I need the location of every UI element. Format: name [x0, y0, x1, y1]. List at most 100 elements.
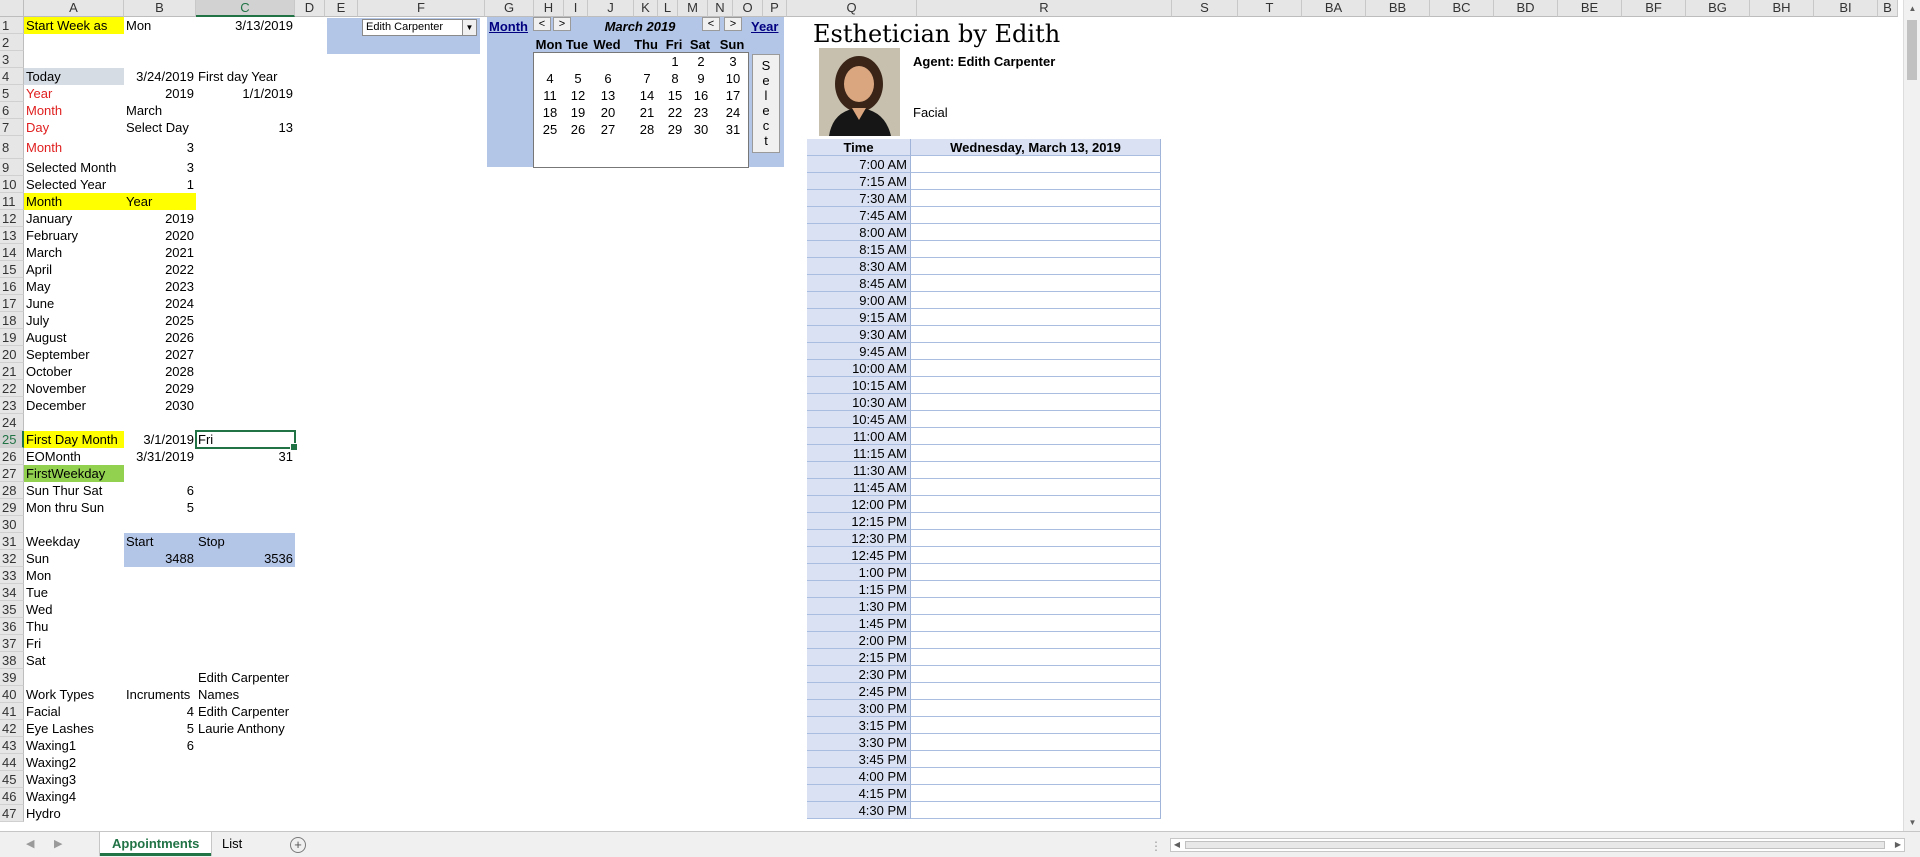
appointment-slot[interactable] — [911, 156, 1161, 173]
month-list-item[interactable]: April — [24, 261, 124, 278]
row-header[interactable]: 34 — [0, 584, 24, 601]
vertical-scrollbar[interactable]: ▲ ▼ — [1903, 0, 1920, 831]
row-header[interactable]: 15 — [0, 261, 24, 278]
column-header[interactable]: B — [124, 0, 196, 17]
row-header[interactable]: 13 — [0, 227, 24, 244]
column-header[interactable]: F — [358, 0, 485, 17]
month-list-item[interactable]: November — [24, 380, 124, 397]
column-header[interactable]: BD — [1494, 0, 1558, 17]
calendar-day[interactable]: 16 — [687, 88, 715, 103]
calendar-day[interactable]: 15 — [661, 88, 689, 103]
agent-dropdown[interactable]: Edith Carpenter ▼ — [362, 19, 477, 36]
row-header[interactable]: 36 — [0, 618, 24, 635]
row-header[interactable]: 10 — [0, 176, 24, 193]
appointment-slot[interactable] — [911, 700, 1161, 717]
appointment-slot[interactable] — [911, 360, 1161, 377]
column-header[interactable]: G — [485, 0, 534, 17]
calendar-day[interactable]: 8 — [661, 71, 689, 86]
cell-c1[interactable]: 3/13/2019 — [196, 17, 295, 34]
cell-a7[interactable]: Day — [24, 119, 124, 136]
calendar-day[interactable]: 25 — [536, 122, 564, 137]
cell-b26[interactable]: 3/31/2019 — [124, 448, 196, 465]
appointment-slot[interactable] — [911, 173, 1161, 190]
cell-a10[interactable]: Selected Year — [24, 176, 124, 193]
tab-scroll-right-icon[interactable]: ▶ — [54, 837, 62, 850]
appointment-slot[interactable] — [911, 224, 1161, 241]
appointment-slot[interactable] — [911, 547, 1161, 564]
month-list-item[interactable]: June — [24, 295, 124, 312]
row-header[interactable]: 44 — [0, 754, 24, 771]
year-list-item[interactable]: 2020 — [124, 227, 196, 244]
appointment-slot[interactable] — [911, 428, 1161, 445]
row-header[interactable]: 29 — [0, 499, 24, 516]
row-header[interactable]: 35 — [0, 601, 24, 618]
tab-list[interactable]: List — [210, 832, 254, 856]
cell-c5[interactable]: 1/1/2019 — [196, 85, 295, 102]
calendar-day[interactable]: 26 — [564, 122, 592, 137]
column-header[interactable]: L — [658, 0, 678, 17]
scroll-thumb[interactable] — [1907, 20, 1917, 80]
cell-a6[interactable]: Month — [24, 102, 124, 119]
weekday-list-item[interactable]: Wed — [24, 601, 124, 618]
cell-b6[interactable]: March — [124, 102, 196, 119]
calendar-day[interactable]: 11 — [536, 88, 564, 103]
appointment-slot[interactable] — [911, 496, 1161, 513]
tab-scroll-left-icon[interactable]: ◀ — [26, 837, 34, 850]
cell-b10[interactable]: 1 — [124, 176, 196, 193]
year-list-item[interactable]: 2024 — [124, 295, 196, 312]
next-year-button[interactable]: > — [724, 17, 742, 31]
cell-c31[interactable]: Stop — [196, 533, 295, 550]
cell-a27[interactable]: FirstWeekday — [24, 465, 124, 482]
column-header[interactable]: O — [733, 0, 763, 17]
row-header[interactable]: 17 — [0, 295, 24, 312]
appointment-slot[interactable] — [911, 258, 1161, 275]
cell-b42[interactable]: 5 — [124, 720, 196, 737]
cell-a9[interactable]: Selected Month — [24, 159, 124, 176]
column-header[interactable]: H — [534, 0, 564, 17]
horizontal-scrollbar[interactable]: ◀ ▶ — [1170, 838, 1905, 852]
row-header[interactable]: 14 — [0, 244, 24, 261]
cell-b29[interactable]: 5 — [124, 499, 196, 516]
appointment-slot[interactable] — [911, 751, 1161, 768]
column-header[interactable]: D — [295, 0, 325, 17]
select-day-button[interactable]: Select — [752, 54, 780, 153]
row-header[interactable]: 18 — [0, 312, 24, 329]
row-header[interactable]: 21 — [0, 363, 24, 380]
cell-b11[interactable]: Year — [124, 193, 196, 210]
row-header[interactable]: 2 — [0, 34, 24, 51]
cell-a45[interactable]: Waxing3 — [24, 771, 124, 788]
row-header[interactable]: 47 — [0, 805, 24, 822]
column-header[interactable]: M — [678, 0, 708, 17]
calendar-day[interactable]: 13 — [594, 88, 622, 103]
cell-a11[interactable]: Month — [24, 193, 124, 210]
calendar-day[interactable]: 3 — [719, 54, 747, 69]
cell-c32[interactable]: 3536 — [196, 550, 295, 567]
year-list-item[interactable]: 2029 — [124, 380, 196, 397]
column-header[interactable]: N — [708, 0, 733, 17]
row-header[interactable]: 1 — [0, 17, 24, 34]
month-list-item[interactable]: October — [24, 363, 124, 380]
calendar-day[interactable]: 27 — [594, 122, 622, 137]
month-list-item[interactable]: August — [24, 329, 124, 346]
row-header[interactable]: 38 — [0, 652, 24, 669]
row-header[interactable]: 22 — [0, 380, 24, 397]
calendar-day[interactable]: 12 — [564, 88, 592, 103]
calendar-day[interactable]: 30 — [687, 122, 715, 137]
scroll-up-icon[interactable]: ▲ — [1904, 0, 1920, 17]
calendar-day[interactable]: 28 — [633, 122, 661, 137]
appointment-slot[interactable] — [911, 768, 1161, 785]
appointment-slot[interactable] — [911, 717, 1161, 734]
appointment-slot[interactable] — [911, 785, 1161, 802]
row-header[interactable]: 33 — [0, 567, 24, 584]
year-list-item[interactable]: 2019 — [124, 210, 196, 227]
cell-a44[interactable]: Waxing2 — [24, 754, 124, 771]
scroll-left-icon[interactable]: ◀ — [1171, 839, 1183, 851]
column-header[interactable]: K — [634, 0, 658, 17]
month-list-item[interactable]: September — [24, 346, 124, 363]
column-header[interactable]: R — [917, 0, 1172, 17]
row-header[interactable]: 30 — [0, 516, 24, 533]
row-header[interactable]: 11 — [0, 193, 24, 210]
cell-a29[interactable]: Mon thru Sun — [24, 499, 124, 516]
cell-b25[interactable]: 3/1/2019 — [124, 431, 196, 448]
year-list-item[interactable]: 2026 — [124, 329, 196, 346]
